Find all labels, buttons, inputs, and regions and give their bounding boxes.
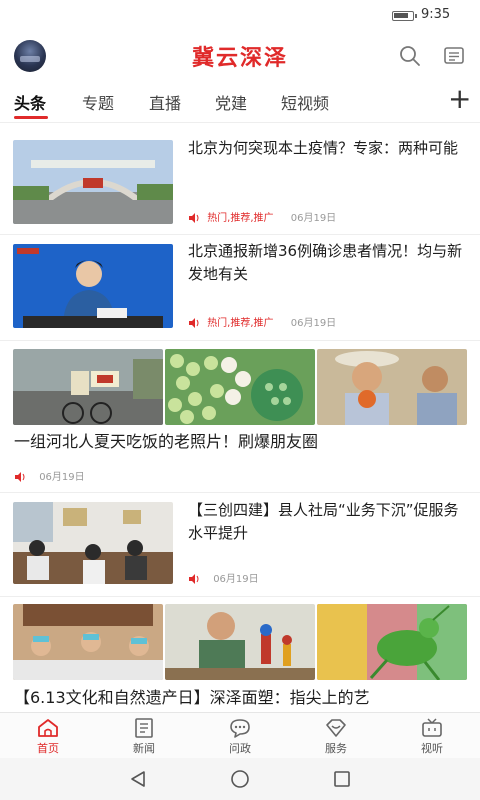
news-thumbnail <box>13 244 173 328</box>
battery-icon <box>392 11 417 21</box>
nav-news[interactable]: 新闻 <box>114 717 174 756</box>
audio-icon[interactable] <box>188 574 200 584</box>
news-thumbnail <box>13 604 163 680</box>
nav-home[interactable]: 首页 <box>18 717 78 756</box>
bottom-nav: 首页 新闻 问政 服务 视听 <box>0 712 480 758</box>
chat-icon <box>230 719 250 738</box>
news-tags: 热门,推荐,推广 <box>207 318 274 329</box>
news-title: 【6.13文化和自然遗产日】深泽面塑：指尖上的艺 <box>14 688 370 707</box>
nav-label: 首页 <box>37 742 59 755</box>
news-tags: 热门,推荐,推广 <box>207 213 274 224</box>
channel-tabs: 头条 专题 直播 党建 短视频 + <box>0 84 480 120</box>
tab-topics[interactable]: 专题 <box>82 90 114 114</box>
status-bar: 9:35 <box>0 0 480 30</box>
news-thumbnail <box>317 349 467 425</box>
add-channel-icon[interactable]: + <box>448 84 471 114</box>
divider <box>0 340 480 341</box>
nav-label: 视听 <box>421 742 443 755</box>
news-title: 【三创四建】县人社局“业务下沉”促服务水平提升 <box>188 501 459 542</box>
tv-icon <box>422 718 442 737</box>
nav-label: 新闻 <box>133 742 155 755</box>
divider <box>0 596 480 597</box>
nav-inquiry[interactable]: 问政 <box>210 717 270 756</box>
home-circle-icon[interactable] <box>230 770 250 788</box>
service-icon <box>326 719 346 737</box>
news-date: 06月19日 <box>290 318 337 329</box>
recent-apps-icon[interactable] <box>332 770 352 788</box>
news-meta: 06月19日 <box>188 570 259 585</box>
nav-media[interactable]: 视听 <box>402 717 462 756</box>
back-icon[interactable] <box>128 770 148 788</box>
tab-party[interactable]: 党建 <box>215 90 247 114</box>
news-meta: 热门,推荐,推广 06月19日 <box>188 209 336 224</box>
news-date: 06月19日 <box>213 574 259 585</box>
news-thumbnail <box>13 349 163 425</box>
search-icon[interactable] <box>398 44 422 68</box>
status-time: 9:35 <box>421 7 451 22</box>
news-thumbnail <box>13 140 173 224</box>
news-date: 06月19日 <box>290 213 337 224</box>
news-thumbnail <box>317 604 467 680</box>
home-icon <box>38 719 58 737</box>
divider <box>0 234 480 235</box>
active-tab-indicator <box>14 116 48 119</box>
nav-service[interactable]: 服务 <box>306 717 366 756</box>
nav-label: 问政 <box>229 742 251 755</box>
news-thumbnail <box>13 502 173 584</box>
message-icon[interactable] <box>442 44 466 68</box>
nav-label: 服务 <box>325 742 347 755</box>
news-title: 北京为何突现本土疫情？专家：两种可能 <box>188 139 459 157</box>
system-nav-bar <box>0 758 480 800</box>
tab-short-video[interactable]: 短视频 <box>281 90 329 114</box>
news-meta: 热门,推荐,推广 06月19日 <box>188 314 336 329</box>
divider <box>0 122 480 123</box>
audio-icon[interactable] <box>188 213 200 223</box>
newspaper-icon <box>135 718 153 738</box>
divider <box>0 492 480 493</box>
news-date: 06月19日 <box>39 472 85 483</box>
tab-headlines[interactable]: 头条 <box>14 90 46 114</box>
audio-icon[interactable] <box>14 472 26 482</box>
news-thumbnail <box>165 349 315 425</box>
audio-icon[interactable] <box>188 318 200 328</box>
news-thumbnail <box>165 604 315 680</box>
tab-live[interactable]: 直播 <box>149 90 181 114</box>
news-title: 北京通报新增36例确诊患者情况！均与新发地有关 <box>188 242 463 283</box>
news-meta: 06月19日 <box>14 468 85 483</box>
news-title: 一组河北人夏天吃饭的老照片！刷爆朋友圈 <box>14 432 319 451</box>
app-header: 冀云深泽 <box>0 30 480 80</box>
